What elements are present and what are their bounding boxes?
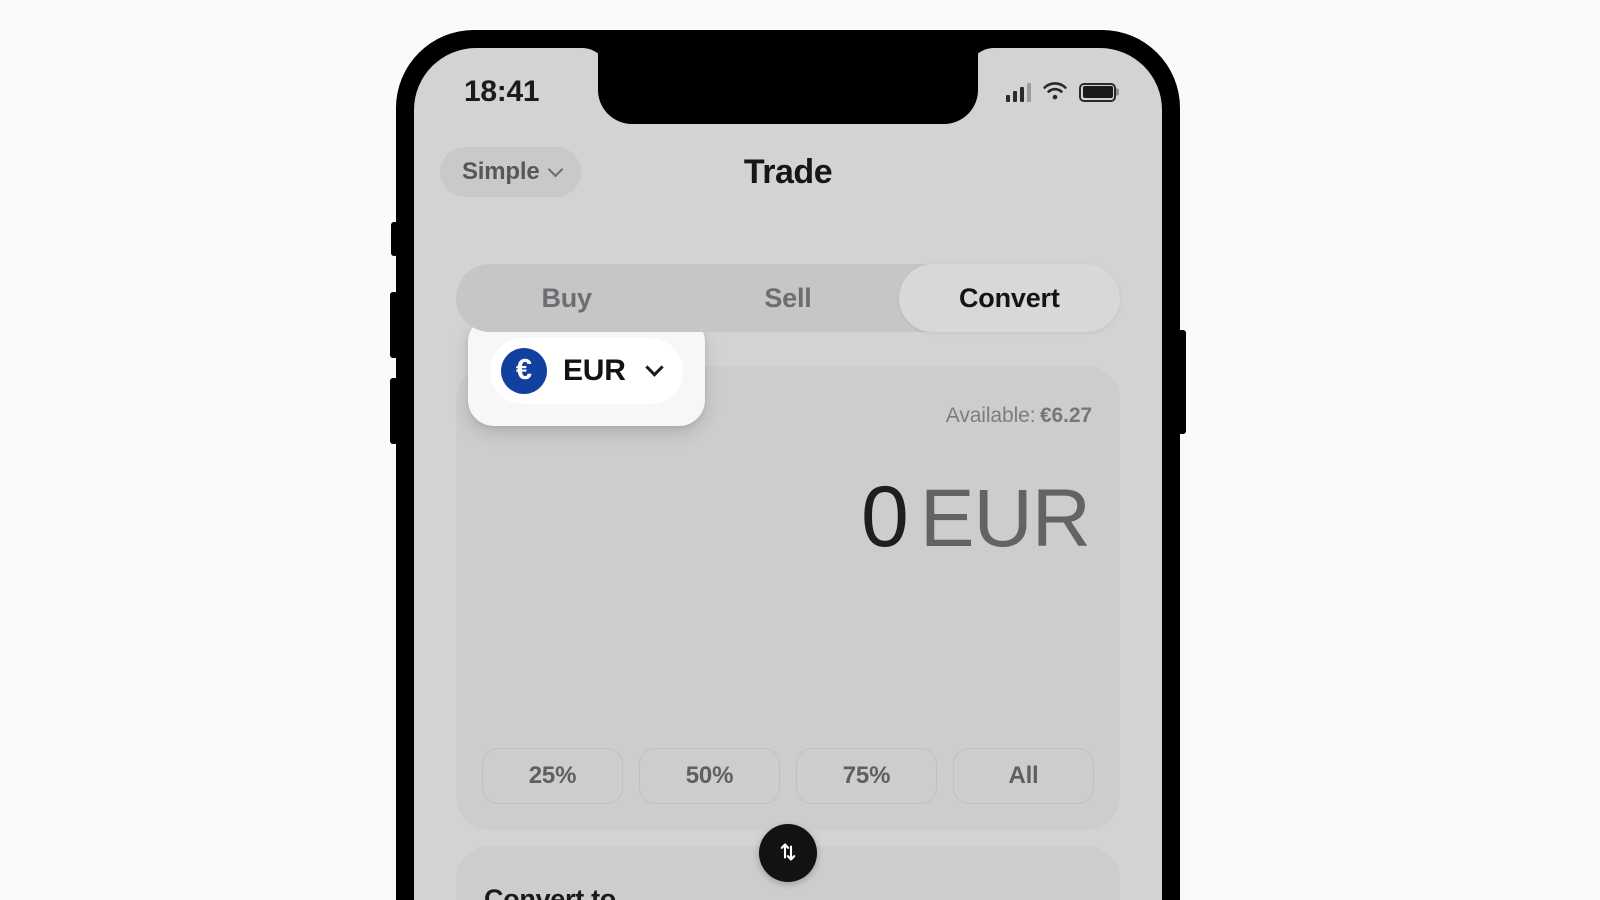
chevron-down-icon [547, 161, 563, 177]
from-currency-card: € EUR [468, 316, 705, 426]
from-amount-value: 0 [861, 469, 909, 565]
signal-bars-icon [1005, 82, 1031, 102]
volume-down-button[interactable] [390, 378, 398, 444]
silent-switch-button[interactable] [391, 222, 398, 256]
euro-coin-icon: € [501, 348, 547, 394]
phone-screen: 18:41 Simple Trade Buy Sell Convert € EU… [414, 48, 1162, 900]
volume-up-button[interactable] [390, 292, 398, 358]
from-amount-display[interactable]: 0 EUR [456, 466, 1120, 560]
from-currency-selector[interactable]: € EUR [490, 338, 683, 404]
percent-button-all[interactable]: All [953, 748, 1094, 804]
battery-icon [1079, 82, 1116, 102]
status-bar: 18:41 [414, 48, 1162, 124]
wifi-icon [1042, 82, 1068, 102]
status-bar-icons [1005, 82, 1116, 102]
swap-vertical-arrows-icon [776, 840, 800, 867]
percent-button-75[interactable]: 75% [796, 748, 937, 804]
app-header: Simple Trade [414, 124, 1162, 220]
chevron-down-icon [645, 357, 664, 377]
convert-from-panel: € EUR Available: €6.27 0 EUR 25% 50% 75%… [456, 316, 1120, 830]
tab-buy[interactable]: Buy [456, 264, 677, 332]
available-balance-label: Available: [945, 404, 1036, 427]
tab-convert[interactable]: Convert [898, 264, 1120, 332]
percent-button-25[interactable]: 25% [482, 748, 623, 804]
percent-button-50[interactable]: 50% [639, 748, 780, 804]
swap-currencies-button[interactable] [759, 824, 817, 882]
mode-selector-chip[interactable]: Simple [440, 147, 581, 197]
from-currency-code: EUR [563, 354, 626, 387]
available-balance-value: €6.27 [1039, 404, 1092, 427]
trade-mode-segmented-control: Buy Sell Convert [456, 264, 1120, 332]
from-amount-currency: EUR [919, 473, 1091, 564]
mode-selector-label: Simple [462, 158, 540, 185]
tab-sell[interactable]: Sell [677, 264, 898, 332]
phone-device-frame: 18:41 Simple Trade Buy Sell Convert € EU… [390, 30, 1186, 900]
power-button[interactable] [1178, 330, 1186, 434]
percent-shortcut-row: 25% 50% 75% All [482, 748, 1094, 804]
status-bar-time: 18:41 [464, 75, 540, 108]
